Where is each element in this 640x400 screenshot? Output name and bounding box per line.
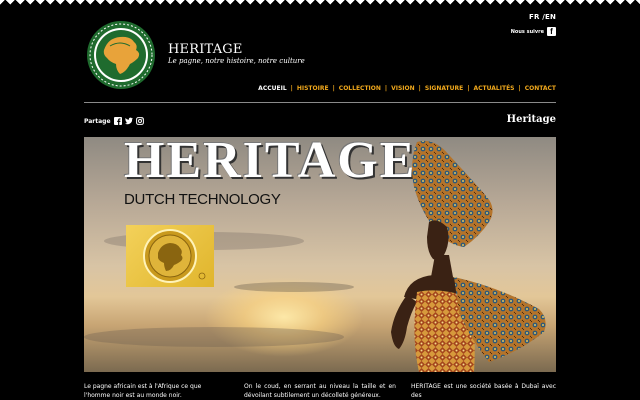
language-switcher: FR /EN [529, 13, 556, 21]
nav-item-collection[interactable]: COLLECTION [339, 85, 381, 92]
nav-item-vision[interactable]: VISION [391, 85, 415, 92]
heritage-logo[interactable] [86, 20, 156, 90]
nav-item-signature[interactable]: SIGNATURE [425, 85, 463, 92]
share-bar: Partage [84, 117, 144, 125]
zigzag-top-border [0, 0, 640, 8]
page-heading: Heritage [506, 114, 556, 125]
nav-separator: | [518, 85, 521, 92]
lang-en-link[interactable]: /EN [542, 13, 556, 21]
share-label: Partage [84, 117, 111, 125]
facebook-icon[interactable] [113, 117, 122, 125]
nav-separator: | [467, 85, 470, 92]
lang-fr-link[interactable]: FR [529, 13, 540, 21]
nav-item-contact[interactable]: CONTACT [525, 85, 556, 92]
brand-title[interactable]: HERITAGE [168, 42, 243, 57]
follow-us: Nous suivre f [511, 27, 556, 36]
gold-medallion-icon [143, 229, 206, 283]
header-divider [84, 102, 556, 103]
nav-item-accueil[interactable]: ACCUEIL [258, 85, 286, 92]
nav-separator: | [290, 85, 293, 92]
intro-paragraph-2: On le coud, en serrant au niveau la tail… [244, 383, 396, 399]
hero-banner: HERITAGE DUTCH TECHNOLOGY [84, 137, 556, 372]
model-in-wax-print-dress [391, 140, 546, 372]
intro-paragraph-1: Le pagne africain est à l'Afrique ce que… [84, 383, 202, 399]
brand-tagline: Le pagne, notre histoire, notre culture [168, 57, 305, 65]
instagram-icon[interactable] [135, 117, 144, 125]
nav-item-actualites[interactable]: ACTUALITÉS [473, 85, 514, 92]
nav-item-histoire[interactable]: HISTOIRE [297, 85, 329, 92]
follow-label: Nous suivre [510, 28, 544, 35]
nav-separator: | [332, 85, 335, 92]
twitter-icon[interactable] [124, 117, 133, 125]
hero-subtitle: DUTCH TECHNOLOGY [124, 191, 281, 208]
intro-paragraph-3: HERITAGE est une société basée à Dubaï a… [411, 383, 556, 399]
facebook-icon[interactable]: f [547, 27, 556, 36]
main-nav: ACCUEIL | HISTOIRE | COLLECTION | VISION… [258, 85, 556, 92]
nav-separator: | [384, 85, 388, 92]
nav-separator: | [418, 85, 421, 92]
hero-gold-badge [126, 225, 214, 287]
